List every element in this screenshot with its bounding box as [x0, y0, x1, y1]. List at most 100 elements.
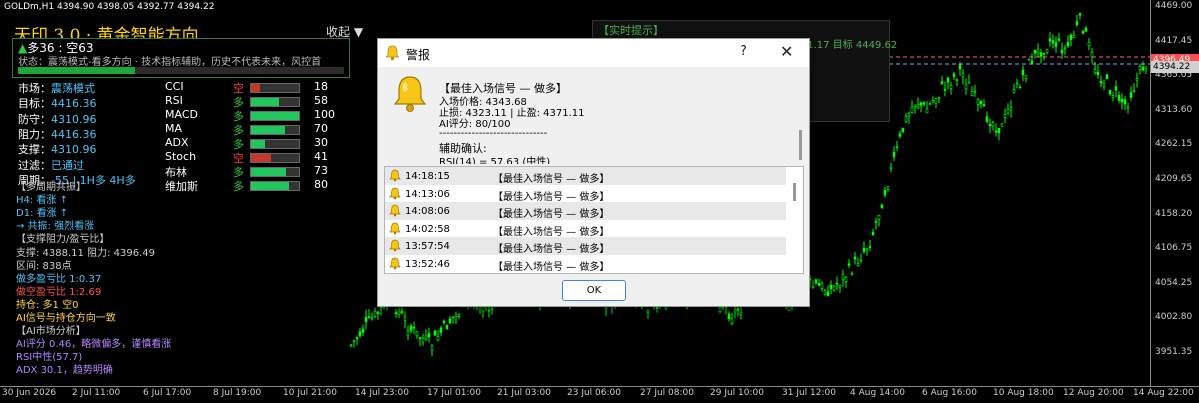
alert-time: 13:57:54	[405, 241, 450, 253]
candle	[364, 309, 368, 330]
candle	[844, 275, 848, 288]
candle	[1033, 49, 1037, 59]
bell-icon	[389, 257, 401, 270]
alert-row[interactable]: 14:13:06 【最佳入场信号 — 做多】	[385, 185, 786, 203]
indicator-value: 18	[314, 80, 328, 93]
candle	[1141, 61, 1145, 71]
row-key: 目标：	[18, 97, 51, 111]
row-key: 防守：	[18, 112, 51, 126]
row-value: 4310.96	[51, 143, 97, 157]
candle	[1000, 122, 1004, 127]
row-value: 震荡模式	[51, 82, 95, 95]
indicator-bar	[250, 97, 300, 107]
price-tick-label: 4313.60	[1155, 104, 1193, 115]
price-tick-label: 4106.75	[1155, 243, 1193, 254]
candle	[1129, 86, 1133, 101]
alert-row[interactable]: 13:52:46 【最佳入场信号 — 做多】	[385, 255, 786, 273]
indicator-value: 30	[314, 136, 328, 149]
candle	[355, 335, 359, 346]
candle	[946, 76, 950, 90]
candle	[841, 269, 845, 287]
indicator-name: 维加斯	[165, 180, 198, 193]
alert-text: 【最佳入场信号 — 做多】	[493, 209, 610, 221]
indicator-value: 80	[314, 178, 328, 191]
candle	[934, 97, 938, 109]
indicator-direction: 多	[233, 180, 244, 193]
candle	[1045, 48, 1049, 55]
candle	[859, 253, 863, 264]
candle	[394, 308, 398, 318]
alert-row[interactable]: 14:18:15 【最佳入场信号 — 做多】	[385, 167, 786, 185]
close-button[interactable]: ✕	[780, 42, 793, 61]
candle	[349, 343, 353, 348]
alert-text: 【最佳入场信号 — 做多】	[493, 191, 610, 203]
alert-row[interactable]: 14:08:06 【最佳入场信号 — 做多】	[385, 202, 786, 221]
candle	[883, 186, 887, 198]
time-axis[interactable]: 30 Jun 2026 2 Jul 11:00 6 Jul 17:00 8 Jul 1…	[0, 386, 1199, 403]
candle	[739, 306, 743, 320]
candle	[892, 146, 896, 161]
candle	[895, 140, 899, 152]
candle	[1009, 100, 1013, 118]
candle	[406, 325, 410, 341]
candle	[1072, 30, 1076, 38]
indicator-value: 70	[314, 122, 328, 135]
indicator-bar	[250, 181, 300, 191]
message-scrollbar[interactable]	[799, 130, 802, 160]
candle	[862, 241, 866, 254]
candle	[1012, 83, 1016, 94]
dialog-titlebar[interactable]: 警报 ? ✕	[378, 39, 809, 67]
candle	[943, 81, 947, 97]
candle	[421, 333, 425, 346]
candle	[823, 288, 827, 296]
bell-icon	[389, 187, 401, 199]
price-tick-label: 4002.80	[1155, 312, 1193, 323]
ok-button[interactable]: OK	[562, 280, 626, 301]
candle	[1069, 33, 1073, 47]
candle	[1078, 12, 1082, 20]
alert-history-list[interactable]: 14:18:15 【最佳入场信号 — 做多】 14:13:06 【最佳入场信号 — 做…	[384, 166, 804, 274]
candle	[451, 316, 455, 324]
alert-time: 14:13:06	[405, 188, 450, 200]
candle	[427, 327, 431, 343]
candle	[1024, 75, 1028, 83]
indicator-bar	[250, 139, 300, 149]
candle	[904, 113, 908, 123]
candle	[817, 278, 821, 286]
time-tick-label: 23 Jul 06:00	[567, 388, 621, 398]
candle	[997, 127, 1001, 141]
candle	[979, 99, 983, 109]
alert-row[interactable]: 13:57:54 【最佳入场信号 — 做多】	[385, 237, 786, 256]
candle	[964, 78, 968, 95]
candle	[880, 203, 884, 209]
candle	[907, 111, 911, 124]
candle	[826, 285, 830, 297]
candle	[1018, 84, 1022, 89]
alert-text: 【最佳入场信号 — 做多】	[493, 174, 610, 185]
candle	[418, 336, 422, 346]
candle	[856, 257, 860, 267]
indicator-bar	[250, 83, 300, 93]
indicator-value: 41	[314, 150, 328, 163]
candle	[1117, 91, 1121, 104]
row-key: 市场：	[18, 82, 51, 95]
list-scrollbar[interactable]	[793, 183, 796, 201]
time-tick-label: 29 Jul 10:00	[710, 388, 764, 398]
candle	[838, 284, 842, 293]
candle	[1060, 42, 1064, 60]
candle	[436, 330, 440, 342]
alert-row[interactable]: 14:02:58 【最佳入场信号 — 做多】	[385, 220, 786, 238]
candle	[430, 344, 434, 357]
candle	[1027, 58, 1031, 61]
indicator-bar	[250, 167, 300, 177]
alert-dialog[interactable]: 警报 ? ✕ 【最佳入场信号 — 做多】 入场价格: 4343.68 止损: 432…	[377, 38, 810, 307]
candle	[1087, 38, 1091, 50]
candle	[397, 307, 401, 319]
help-button[interactable]: ?	[740, 44, 747, 59]
market-row: 市场：震荡模式	[18, 80, 95, 96]
candle	[358, 327, 362, 338]
candle	[352, 339, 356, 348]
status-text: 状态：震荡模式-看多方向 · 技术指标辅助，历史不代表未来，风控首	[18, 57, 322, 68]
candle	[1051, 34, 1055, 49]
candle	[445, 324, 449, 330]
